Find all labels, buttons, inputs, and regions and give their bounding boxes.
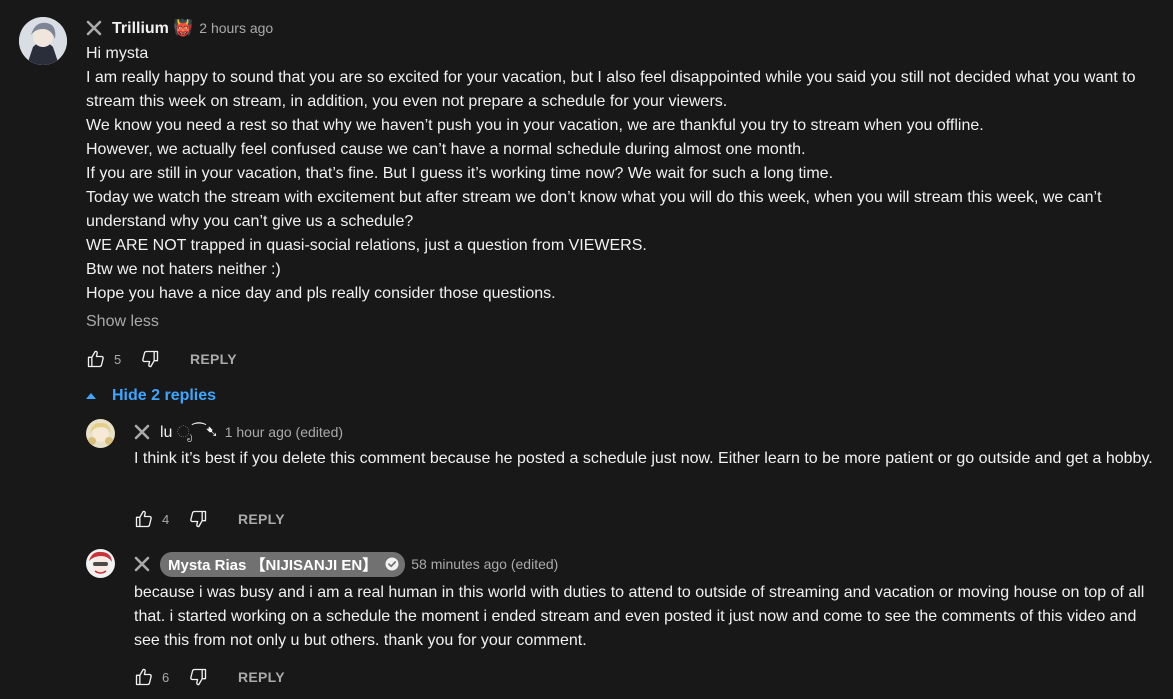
comment-line: Btw we not haters neither :) xyxy=(86,261,281,278)
verified-check-icon xyxy=(385,557,399,571)
comment-line: However, we actually feel confused cause… xyxy=(86,141,806,158)
like-count: 6 xyxy=(162,669,170,685)
reply-button[interactable]: REPLY xyxy=(238,669,285,685)
thumb-down-icon[interactable] xyxy=(188,667,208,687)
comment-author[interactable]: Trillium 👹 xyxy=(112,18,193,38)
show-less-button[interactable]: Show less xyxy=(86,313,159,331)
thumb-up-icon[interactable] xyxy=(134,509,154,529)
reply-button[interactable]: REPLY xyxy=(190,351,237,367)
reply-header: lu ೃ⁀➷ 1 hour ago (edited) xyxy=(134,421,343,443)
comment-line: Hi mysta xyxy=(86,45,149,62)
reply-body: because i was busy and i am a real human… xyxy=(134,584,1145,649)
comment-line: WE ARE NOT trapped in quasi-social relat… xyxy=(86,237,647,254)
channel-owner-badge[interactable]: Mysta Rias 【NIJISANJI EN】 xyxy=(160,551,406,577)
comment-line: If you are still in your vacation, that’… xyxy=(86,165,834,182)
avatar[interactable] xyxy=(86,419,115,448)
reply-comment: lu ೃ⁀➷ 1 hour ago (edited) I think it’s … xyxy=(0,418,1173,538)
comment-line: Today we watch the stream with excitemen… xyxy=(86,189,1102,230)
like-count: 4 xyxy=(162,511,170,527)
avatar-image xyxy=(86,549,115,578)
thumb-down-icon[interactable] xyxy=(188,509,208,529)
thumb-up-icon[interactable] xyxy=(86,349,106,369)
thumb-down-icon[interactable] xyxy=(140,349,160,369)
reply-actions: 4 REPLY xyxy=(134,507,285,531)
avatar[interactable] xyxy=(19,17,67,65)
avatar[interactable] xyxy=(86,549,115,578)
comment-line: I am really happy to sound that you are … xyxy=(86,69,1136,110)
close-icon[interactable] xyxy=(86,20,102,36)
reply-actions: 6 REPLY xyxy=(134,665,285,689)
comment-body: Hi mysta I am really happy to sound that… xyxy=(86,42,1161,306)
reply-time[interactable]: 58 minutes ago (edited) xyxy=(411,556,558,572)
caret-up-icon xyxy=(86,393,96,399)
reply-time[interactable]: 1 hour ago (edited) xyxy=(225,424,343,440)
comment-line: We know you need a rest so that why we h… xyxy=(86,117,984,134)
comment-line: Hope you have a nice day and pls really … xyxy=(86,285,556,302)
like-count: 5 xyxy=(114,351,122,367)
close-icon[interactable] xyxy=(134,556,150,572)
comment-time[interactable]: 2 hours ago xyxy=(199,20,273,36)
reply-button[interactable]: REPLY xyxy=(238,511,285,527)
avatar-image xyxy=(19,17,67,65)
reply-body: I think it’s best if you delete this com… xyxy=(134,450,1153,467)
reply-author[interactable]: lu ೃ⁀➷ xyxy=(160,422,219,442)
close-icon[interactable] xyxy=(134,424,150,440)
main-comment: Trillium 👹 2 hours ago Hi mysta I am rea… xyxy=(0,0,1173,380)
reply-comment: Mysta Rias 【NIJISANJI EN】 58 minutes ago… xyxy=(0,548,1173,698)
thumb-up-icon[interactable] xyxy=(134,667,154,687)
hide-replies-button[interactable]: Hide 2 replies xyxy=(84,385,216,407)
reply-header: Mysta Rias 【NIJISANJI EN】 58 minutes ago… xyxy=(134,551,558,577)
avatar-image xyxy=(86,419,115,448)
hide-replies-label: Hide 2 replies xyxy=(112,387,217,404)
comment-header: Trillium 👹 2 hours ago xyxy=(86,17,273,39)
comment-actions: 5 REPLY xyxy=(86,347,237,371)
reply-author: Mysta Rias 【NIJISANJI EN】 xyxy=(168,556,378,574)
